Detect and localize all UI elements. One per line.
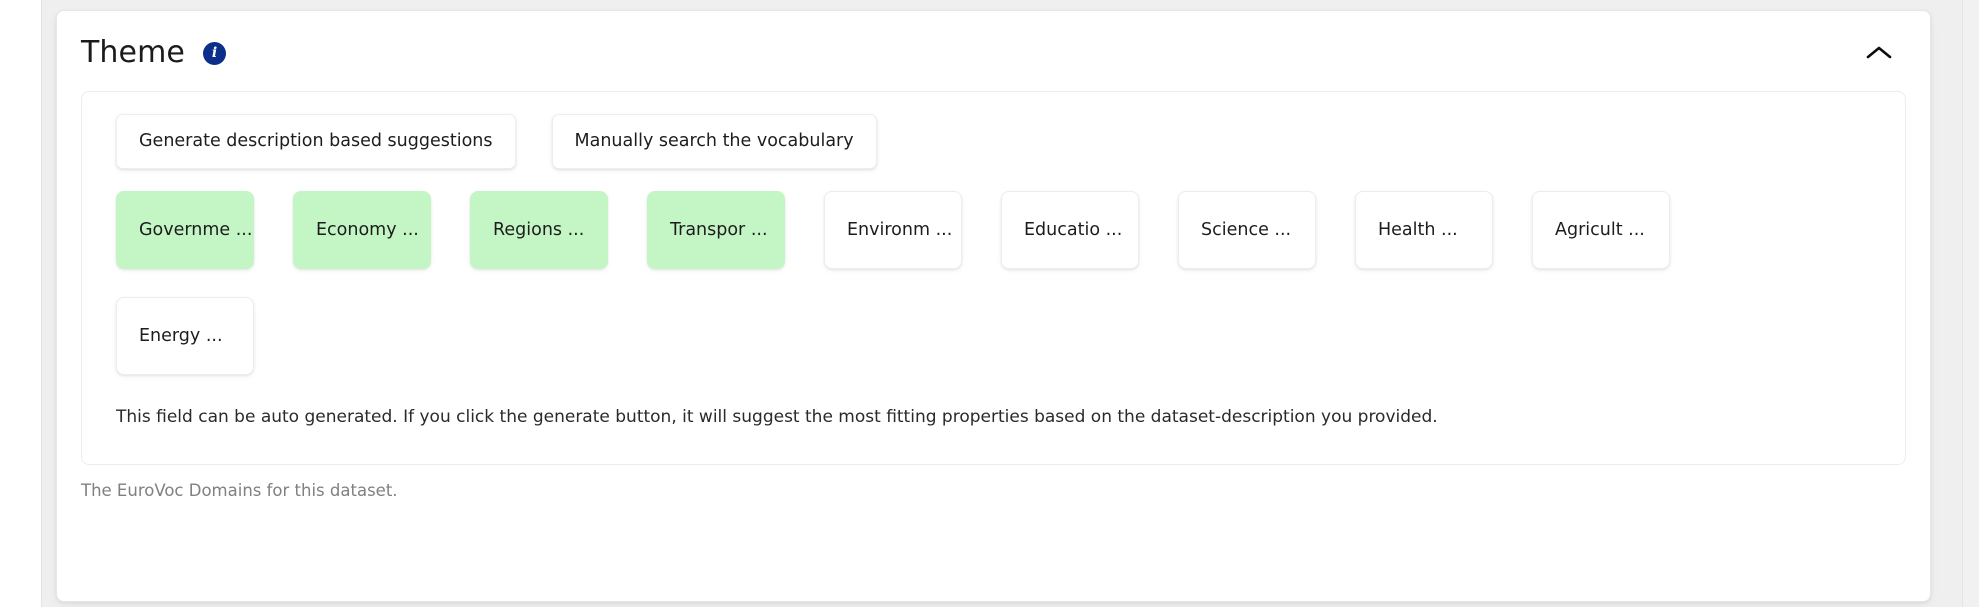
manual-search-button[interactable]: Manually search the vocabulary <box>551 114 877 169</box>
theme-chips-row: Governme ... Economy ... Regions ... Tra… <box>82 191 1905 403</box>
helper-text: This field can be auto generated. If you… <box>116 407 1438 427</box>
theme-chip-label: Educatio ... <box>1024 220 1123 240</box>
theme-chip[interactable]: Science ... <box>1178 191 1316 269</box>
chevron-up-icon <box>1866 46 1892 59</box>
theme-chip[interactable]: Environm ... <box>824 191 962 269</box>
info-icon[interactable]: i <box>202 41 226 65</box>
generate-suggestions-button[interactable]: Generate description based suggestions <box>116 114 516 169</box>
footer-hint: The EuroVoc Domains for this dataset. <box>81 480 398 500</box>
theme-chip-label: Economy ... <box>316 220 419 240</box>
theme-chip[interactable]: Regions ... <box>470 191 608 269</box>
theme-chip[interactable]: Transpor ... <box>647 191 785 269</box>
theme-chip[interactable]: Governme ... <box>116 191 254 269</box>
vertical-scrollbar[interactable] <box>1962 0 1979 607</box>
app-shell: Theme i Generate description based sugge… <box>42 0 1979 607</box>
card-header: Theme i <box>57 11 1930 83</box>
theme-chip[interactable]: Agricult ... <box>1532 191 1670 269</box>
theme-chip[interactable]: Educatio ... <box>1001 191 1139 269</box>
page-root: Theme i Generate description based sugge… <box>0 0 1979 607</box>
theme-chip-label: Energy ... <box>139 326 223 346</box>
theme-chip-label: Science ... <box>1201 220 1292 240</box>
theme-section-card: Theme i Generate description based sugge… <box>56 10 1931 602</box>
theme-chip[interactable]: Health ... <box>1355 191 1493 269</box>
actions-row: Generate description based suggestions M… <box>82 114 1905 191</box>
scrollbar-thumb[interactable] <box>1964 0 1979 90</box>
collapse-toggle-button[interactable] <box>1862 36 1896 70</box>
theme-chip-label: Regions ... <box>493 220 585 240</box>
theme-chip[interactable]: Economy ... <box>293 191 431 269</box>
theme-chip-label: Environm ... <box>847 220 953 240</box>
theme-chip[interactable]: Energy ... <box>116 297 254 375</box>
page-title: Theme <box>81 35 185 70</box>
theme-chip-label: Transpor ... <box>670 220 768 240</box>
theme-chip-label: Health ... <box>1378 220 1458 240</box>
theme-inner-panel: Generate description based suggestions M… <box>81 91 1906 465</box>
theme-chip-label: Governme ... <box>139 220 253 240</box>
theme-chip-label: Agricult ... <box>1555 220 1645 240</box>
left-gutter <box>0 0 42 607</box>
